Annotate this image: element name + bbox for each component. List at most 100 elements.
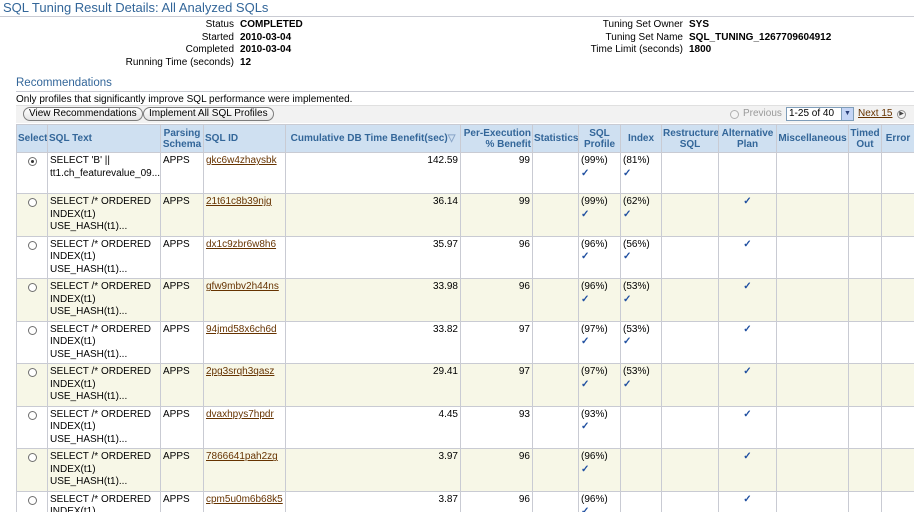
alternative-plan-cell: ✓ (718, 235, 777, 280)
timed-out-cell (848, 151, 882, 195)
completed-row: Completed 2010-03-04 (0, 44, 303, 57)
sql-id-link[interactable]: dx1c9zbr6w8h6 (203, 235, 286, 280)
check-icon: ✓ (623, 293, 632, 305)
select-cell[interactable] (16, 235, 48, 280)
select-cell[interactable] (16, 490, 48, 512)
timed-out-cell (848, 193, 882, 237)
sql-profile-cell: (96%) ✓ (578, 490, 621, 512)
chevron-down-icon[interactable]: ▼ (841, 108, 853, 120)
timed-out-cell (848, 320, 882, 365)
timed-out-cell (848, 235, 882, 280)
sql-profile-cell: (97%) ✓ (578, 320, 621, 365)
select-cell[interactable] (16, 151, 48, 195)
check-icon: ✓ (581, 167, 590, 179)
sql-text-line: SELECT /* ORDERED (50, 323, 151, 335)
miscellaneous-cell (776, 193, 849, 237)
index-value: (81%) (623, 155, 650, 166)
table-row: SELECT /* ORDEREDINDEX(t1)USE_HASH(t1)..… (16, 363, 914, 407)
sql-text-line: USE_HASH(t1)... (50, 391, 128, 403)
select-radio[interactable] (27, 283, 37, 293)
index-cell: (81%) ✓ (620, 151, 662, 195)
owner-value: SYS (689, 19, 710, 30)
cumulative-benefit-cell: 3.97 (285, 448, 461, 492)
sql-text-cell: SELECT /* ORDEREDINDEX(t1)USE_HASH(t1)..… (47, 448, 161, 492)
select-cell[interactable] (16, 278, 48, 322)
sql-id-link[interactable]: 7866641pah2zg (203, 448, 286, 492)
select-radio[interactable] (27, 198, 37, 208)
index-cell: (53%) ✓ (620, 363, 662, 407)
select-radio[interactable] (27, 410, 37, 420)
sql-id-link[interactable]: dvaxhpys7hpdr (203, 405, 286, 450)
select-radio[interactable] (27, 368, 37, 378)
sql-id-link[interactable]: 2pg3srqh3qasz (203, 363, 286, 407)
parsing-schema-cell: APPS (160, 151, 204, 195)
next-icon[interactable]: ▶ (897, 110, 906, 119)
select-radio[interactable] (27, 157, 37, 166)
owner-row: Tuning Set Owner SYS (500, 19, 831, 32)
miscellaneous-cell (776, 448, 849, 492)
title-divider (0, 16, 914, 17)
col-sql-id: SQL ID (203, 124, 286, 153)
view-recommendations-button[interactable]: View Recommendations (23, 107, 143, 121)
error-cell (881, 278, 914, 322)
sql-profile-value: (96%) (581, 238, 608, 250)
col-restructure-sql: Restructure SQL (661, 124, 719, 153)
range-select-value: 1-25 of 40 (789, 108, 835, 119)
col-index: Index (620, 124, 662, 153)
col-error: Error (881, 124, 914, 153)
range-select[interactable]: 1-25 of 40 ▼ (786, 107, 854, 121)
sql-text-line: USE_HASH(t1)... (50, 221, 128, 233)
cumulative-benefit-cell: 36.14 (285, 193, 461, 237)
sql-id-link[interactable]: gfw9mbv2h44ns (203, 278, 286, 322)
select-cell[interactable] (16, 363, 48, 407)
alternative-plan-cell: ✓ (718, 278, 777, 322)
check-icon: ✓ (623, 378, 632, 390)
restructure-sql-cell (661, 278, 719, 322)
select-cell[interactable] (16, 193, 48, 237)
select-radio[interactable] (27, 240, 37, 250)
sql-profile-value: (97%) (581, 366, 608, 378)
statistics-cell (532, 235, 579, 280)
check-icon: ✓ (581, 421, 590, 433)
check-icon: ✓ (581, 293, 590, 305)
col-per-execution-benefit: Per-Execution % Benefit (460, 124, 533, 153)
sql-id-link[interactable]: 21t61c8b39njg (203, 193, 286, 237)
sql-profile-value: (99%) (581, 196, 608, 208)
parsing-schema-cell: APPS (160, 363, 204, 407)
sql-profile-cell: (93%) ✓ (578, 405, 621, 450)
select-cell[interactable] (16, 320, 48, 365)
sql-id-link[interactable]: cpm5u0m6b68k5 (203, 490, 286, 512)
timed-out-cell (848, 278, 882, 322)
select-radio[interactable] (27, 495, 37, 505)
table-row: SELECT /* ORDEREDINDEX(t1)USE_HASH(t1)..… (16, 448, 914, 492)
select-radio[interactable] (27, 453, 37, 463)
col-miscellaneous: Miscellaneous (776, 124, 849, 153)
select-cell[interactable] (16, 405, 48, 450)
cumulative-benefit-cell: 4.45 (285, 405, 461, 450)
sql-text-line: SELECT /* ORDERED (50, 493, 151, 505)
restructure-sql-cell (661, 151, 719, 195)
sql-id-link[interactable]: gkc6w4zhaysbk (203, 151, 286, 195)
restructure-sql-cell (661, 363, 719, 407)
parsing-schema-cell: APPS (160, 320, 204, 365)
miscellaneous-cell (776, 320, 849, 365)
sql-id-link[interactable]: 94jmd58x6ch6d (203, 320, 286, 365)
started-value: 2010-03-04 (240, 31, 292, 43)
table-row: SELECT /* ORDEREDINDEX(t1)USE_HASH(t1)..… (16, 235, 914, 280)
index-value: (53%) (623, 281, 650, 293)
miscellaneous-cell (776, 278, 849, 322)
index-cell: (62%) ✓ (620, 193, 662, 237)
per-execution-benefit-cell: 96 (460, 278, 533, 322)
sql-text-cell: SELECT /* ORDEREDINDEX(t1)USE_HASH(t1)..… (47, 363, 161, 407)
sql-text-line: INDEX(t1) (50, 293, 96, 305)
implement-all-sql-profiles-button[interactable]: Implement All SQL Profiles (143, 107, 274, 121)
select-radio[interactable] (27, 325, 37, 335)
select-cell[interactable] (16, 448, 48, 492)
error-cell (881, 193, 914, 237)
check-icon: ✓ (581, 506, 590, 512)
next-link[interactable]: Next 15 (858, 107, 892, 121)
check-icon: ✓ (743, 366, 752, 378)
alternative-plan-cell: ✓ (718, 193, 777, 237)
status-row: Status COMPLETED (0, 19, 303, 32)
col-cumulative-benefit[interactable]: Cumulative DB Time Benefit(sec)▽ (285, 124, 461, 153)
